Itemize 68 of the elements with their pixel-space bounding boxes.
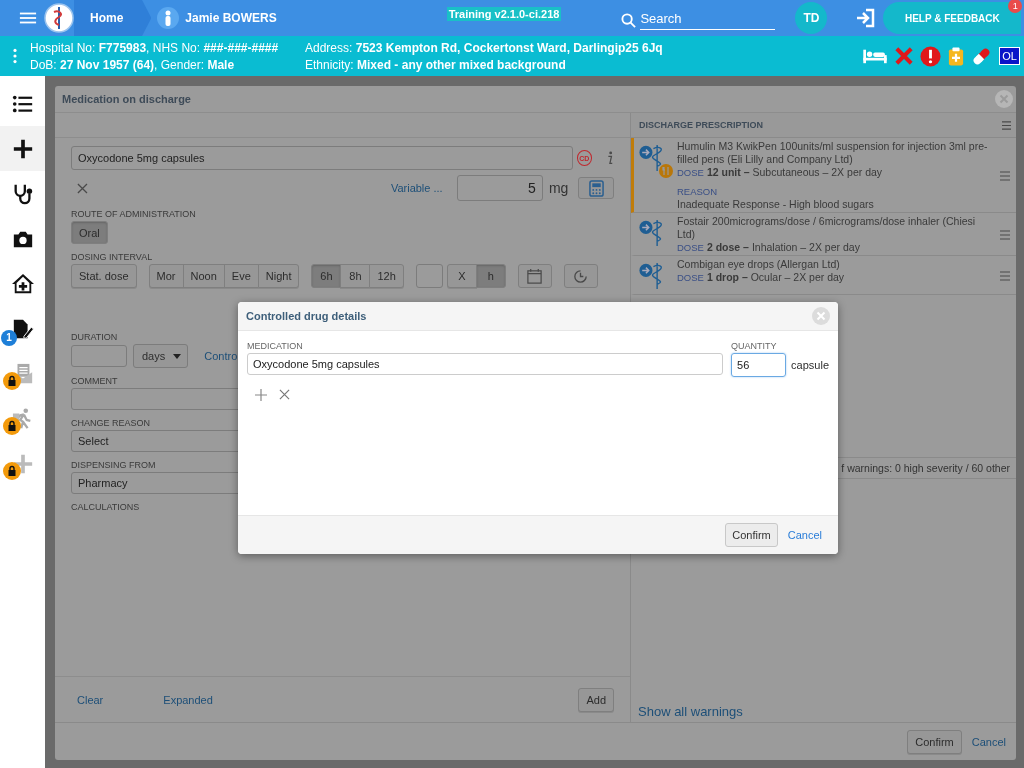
- field-label: ROUTE OF ADMINISTRATION: [71, 209, 197, 219]
- footer-link[interactable]: Clear: [77, 693, 104, 706]
- add-button[interactable]: Add: [578, 687, 614, 712]
- count-badge: 1: [1, 330, 17, 346]
- notification-badge: 1: [1008, 0, 1023, 13]
- footer-link[interactable]: Expanded: [163, 693, 213, 706]
- interval-option[interactable]: X: [446, 264, 477, 288]
- prescription-item[interactable]: Combigan eye drops (Allergan Ltd) DOSE 1 drop – Ocular – 2X per day: [631, 256, 1016, 295]
- medication-name: Fostair 200micrograms/dose / 6micrograms/dose inhaler (Chiesi Ltd): [677, 215, 977, 241]
- medication-field[interactable]: Oxycodone 5mg capsules: [71, 146, 573, 170]
- show-warnings-link[interactable]: Show all warnings: [631, 704, 1016, 722]
- field-label: MEDICATION: [247, 341, 304, 351]
- alert-tag[interactable]: OL: [999, 47, 1020, 65]
- field-label: CALCULATIONS: [71, 502, 141, 512]
- field-label: QUANTITY: [731, 341, 778, 351]
- dose-field[interactable]: 5: [456, 175, 543, 201]
- interval-option[interactable]: Stat. dose: [71, 264, 137, 288]
- quantity-field[interactable]: 56: [731, 353, 787, 377]
- cancel-link[interactable]: Cancel: [787, 529, 822, 541]
- home-tab[interactable]: Home: [74, 0, 152, 36]
- interval-option[interactable]: 6h: [311, 264, 342, 288]
- patient-detail: Address: 7523 Kempton Rd, Cockertonst Ward, Darlingip25 6Jq: [305, 40, 664, 55]
- variable-link[interactable]: Variable ...: [390, 182, 443, 194]
- prescription-item[interactable]: Humulin M3 KwikPen 100units/ml suspension for injection 3ml pre-filled pens (Eli Lilly and Company Ltd) DOSE 12 unit – Subcutaneous – 2X per day REASON Inadequate Response - High blood sugars: [631, 138, 1016, 213]
- dose-label: DOSE: [677, 242, 704, 253]
- interval-option[interactable]: Eve: [223, 264, 259, 288]
- confirm-button[interactable]: Confirm: [725, 523, 778, 547]
- panel-title: DISCHARGE PRESCRIPTION: [639, 120, 763, 130]
- reason-text: Inadequate Response - High blood sugars: [677, 198, 875, 211]
- interval-option[interactable]: Noon: [182, 264, 225, 288]
- dose-text: 2 dose – Inhalation – 2X per day: [706, 241, 860, 253]
- dose-text: 12 unit – Subcutaneous – 2X per day: [706, 166, 883, 178]
- quantity-unit: capsule: [791, 359, 829, 371]
- controlled-link[interactable]: Contro: [204, 350, 238, 362]
- dose-label: DOSE: [677, 167, 704, 178]
- patient-detail: DoB: 27 Nov 1957 (64), Gender: Male: [30, 57, 236, 72]
- route-option[interactable]: Oral: [71, 221, 108, 244]
- interval-option[interactable]: h: [475, 264, 506, 288]
- field-label: DISPENSING FROM: [71, 460, 157, 470]
- interval-option[interactable]: Night: [257, 264, 300, 288]
- prescription-item[interactable]: Fostair 200micrograms/dose / 6micrograms/dose inhaler (Chiesi Ltd) DOSE 2 dose – Inhalation – 2X per day: [631, 213, 1016, 256]
- cancel-link[interactable]: Cancel: [971, 735, 1006, 748]
- dropdown-value: days: [142, 350, 166, 362]
- user-avatar[interactable]: TD: [795, 2, 828, 34]
- medication-name: Combigan eye drops (Allergan Ltd): [677, 258, 841, 271]
- field-label: CHANGE REASON: [71, 418, 151, 428]
- patient-detail: Ethnicity: Mixed - any other mixed background: [305, 57, 567, 72]
- field-label: DURATION: [71, 332, 119, 342]
- dialog-title: Medication on discharge: [62, 93, 191, 105]
- patient-name[interactable]: Jamie BOWERS: [185, 11, 277, 25]
- medication-name: Humulin M3 KwikPen 100units/ml suspension for injection 3ml pre-filled pens (Eli Lilly and Company Ltd): [677, 140, 989, 166]
- interval-option[interactable]: 8h: [340, 264, 371, 288]
- confirm-button[interactable]: Confirm: [907, 729, 962, 754]
- field-label: DOSING INTERVAL: [71, 252, 154, 262]
- build-label: Training v2.1.0-ci.218: [446, 7, 562, 21]
- sidebar-item[interactable]: 1: [0, 306, 45, 351]
- field-label: COMMENT: [71, 376, 119, 386]
- dose-label: DOSE: [677, 272, 704, 283]
- dose-text: 1 drop – Ocular – 2X per day: [706, 271, 845, 283]
- search-field[interactable]: Search: [640, 10, 776, 30]
- medication-field[interactable]: Oxycodone 5mg capsules: [247, 353, 724, 375]
- reason-label: REASON: [677, 185, 719, 198]
- modal-title: Controlled drug details: [246, 310, 367, 322]
- interval-option[interactable]: 12h: [369, 264, 404, 288]
- patient-detail: Hospital No: F775983, NHS No: ###-###-####: [30, 40, 280, 55]
- interval-option[interactable]: Mor: [148, 264, 184, 288]
- dose-unit: mg: [548, 180, 569, 196]
- unit-dropdown[interactable]: days: [133, 344, 189, 368]
